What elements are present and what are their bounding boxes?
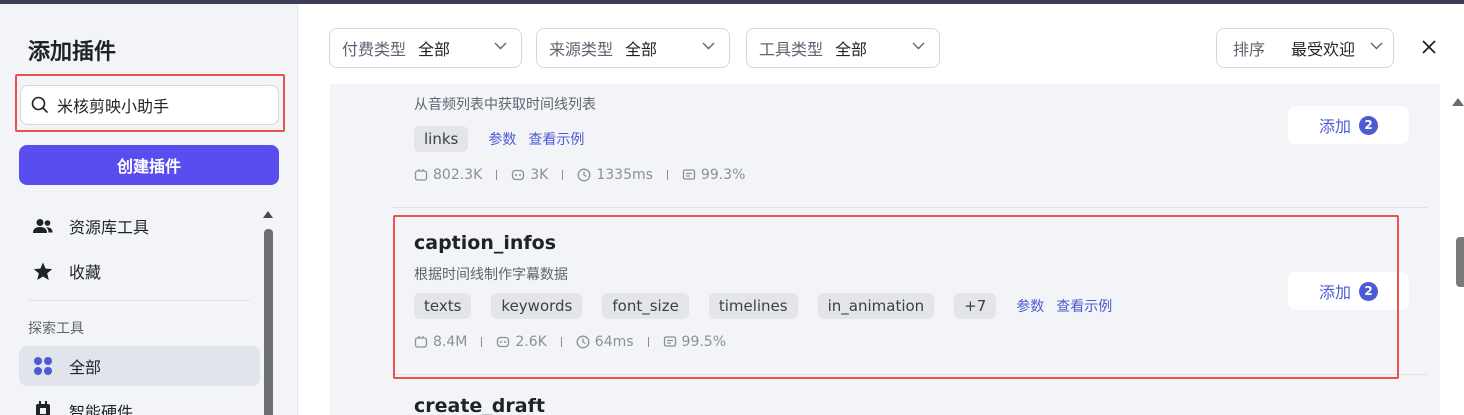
stat-separator xyxy=(647,337,649,347)
stat-separator xyxy=(560,337,562,347)
success-rate: 99.5% xyxy=(681,334,727,350)
filter-label: 工具类型 xyxy=(759,40,824,59)
plugin-tags: texts keywords font_size timelines in_an… xyxy=(414,293,1124,319)
chevron-down-icon xyxy=(912,42,925,50)
plugin-list: 从音频列表中获取时间线列表 links 参数 查看示例 802.3K 3K 13… xyxy=(330,84,1440,415)
usage-count: 802.3K xyxy=(433,167,483,183)
chevron-down-icon xyxy=(702,42,715,50)
usage-stat: 8.4M xyxy=(414,334,467,350)
usage-count: 8.4M xyxy=(433,334,468,350)
payment-type-filter[interactable]: 付费类型 全部 xyxy=(329,28,522,68)
add-plugin-button[interactable]: 添加 2 xyxy=(1288,272,1409,310)
stat-separator xyxy=(562,170,564,180)
star-icon xyxy=(33,262,53,280)
plugin-tag: keywords xyxy=(491,293,583,319)
plugin-title: caption_infos xyxy=(414,232,557,254)
usage-stat: 802.3K xyxy=(414,167,482,183)
success-stat: 99.5% xyxy=(663,334,726,350)
explore-section-label: 探索工具 xyxy=(28,321,84,337)
latency-stat: 64ms xyxy=(576,334,634,350)
filter-value: 全部 xyxy=(418,40,451,59)
main-scrollbar-thumb[interactable] xyxy=(1456,237,1464,287)
sidebar-item-label: 收藏 xyxy=(69,263,102,282)
plugin-tag: font_size xyxy=(602,293,689,319)
chip-icon xyxy=(36,401,50,415)
plugin-tags: links 参数 查看示例 xyxy=(414,126,596,152)
sort-select[interactable]: 排序 最受欢迎 xyxy=(1216,28,1394,68)
view-example-link[interactable]: 查看示例 xyxy=(528,129,584,149)
message-icon xyxy=(663,336,676,347)
sort-value: 最受欢迎 xyxy=(1291,40,1356,59)
sidebar-item-favorites[interactable]: 收藏 xyxy=(19,251,260,291)
filter-label: 付费类型 xyxy=(342,40,407,59)
users-icon xyxy=(33,219,53,233)
plugin-title: create_draft xyxy=(414,395,545,415)
plugin-stats: 802.3K 3K 1335ms 99.3% xyxy=(414,167,745,183)
bots-count: 2.6K xyxy=(515,334,547,350)
plugin-card-caption-infos[interactable]: caption_infos 根据时间线制作字幕数据 texts keywords… xyxy=(330,208,1428,375)
plugin-usage-icon xyxy=(414,169,428,181)
clock-icon xyxy=(577,168,591,182)
stat-separator xyxy=(666,170,668,180)
latency-stat: 1335ms xyxy=(577,167,653,183)
sidebar-item-all[interactable]: 全部 xyxy=(19,346,260,386)
plugin-tag: links xyxy=(414,126,469,152)
add-label: 添加 xyxy=(1318,283,1351,302)
stat-separator xyxy=(481,337,483,347)
add-label: 添加 xyxy=(1318,117,1351,136)
plugin-tag: timelines xyxy=(708,293,798,319)
plugin-card-create-draft[interactable]: create_draft xyxy=(330,375,1428,415)
sidebar-divider xyxy=(28,300,250,301)
plugin-usage-icon xyxy=(414,336,428,348)
clock-icon xyxy=(576,335,590,349)
search-highlight-box xyxy=(15,74,285,132)
sidebar: 添加插件 创建插件 资源库工具 收藏 探索工具 全部 智能硬件 xyxy=(0,4,298,415)
params-link[interactable]: 参数 xyxy=(1016,296,1044,316)
bot-icon xyxy=(497,336,510,348)
sidebar-title: 添加插件 xyxy=(28,40,117,65)
add-count-badge: 2 xyxy=(1359,115,1378,135)
plugin-tag: texts xyxy=(414,293,472,319)
chevron-down-icon xyxy=(494,42,507,50)
create-plugin-button[interactable]: 创建插件 xyxy=(19,145,279,185)
sidebar-item-smart-hardware[interactable]: 智能硬件 xyxy=(19,391,260,415)
add-count-badge: 2 xyxy=(1359,281,1378,301)
grid-icon xyxy=(34,357,52,375)
plugin-card[interactable]: 从音频列表中获取时间线列表 links 参数 查看示例 802.3K 3K 13… xyxy=(330,84,1428,208)
sort-label: 排序 xyxy=(1233,40,1266,59)
plugin-stats: 8.4M 2.6K 64ms 99.5% xyxy=(414,334,726,350)
sidebar-item-label: 全部 xyxy=(69,358,102,377)
view-example-link[interactable]: 查看示例 xyxy=(1056,296,1112,316)
tool-type-filter[interactable]: 工具类型 全部 xyxy=(746,28,940,68)
plugin-browser: 付费类型 全部 来源类型 全部 工具类型 全部 排序 最受欢迎 从音频列表中获取… xyxy=(298,4,1464,415)
main-scroll-up-arrow[interactable] xyxy=(1452,98,1464,106)
plugin-description: 从音频列表中获取时间线列表 xyxy=(414,97,596,113)
sidebar-scrollbar-thumb[interactable] xyxy=(264,229,273,415)
message-icon xyxy=(682,169,696,180)
plugin-tag: in_animation xyxy=(817,293,935,319)
filter-label: 来源类型 xyxy=(549,40,614,59)
bots-stat: 2.6K xyxy=(496,334,547,350)
success-rate: 99.3% xyxy=(700,167,746,183)
params-link[interactable]: 参数 xyxy=(488,129,516,149)
close-icon[interactable] xyxy=(1420,38,1438,56)
stat-separator xyxy=(496,170,498,180)
sidebar-item-label: 资源库工具 xyxy=(69,218,150,237)
plugin-description: 根据时间线制作字幕数据 xyxy=(414,267,568,283)
bot-icon xyxy=(512,169,525,181)
filter-value: 全部 xyxy=(835,40,868,59)
bots-stat: 3K xyxy=(511,167,548,183)
sidebar-item-library-tools[interactable]: 资源库工具 xyxy=(19,206,260,246)
add-plugin-button[interactable]: 添加 2 xyxy=(1288,106,1409,144)
filter-value: 全部 xyxy=(625,40,658,59)
bots-count: 3K xyxy=(530,167,549,183)
sidebar-scroll-up-arrow[interactable] xyxy=(263,211,273,218)
more-tags[interactable]: +7 xyxy=(954,293,997,319)
latency-value: 64ms xyxy=(594,334,634,350)
chevron-down-icon xyxy=(1370,42,1383,50)
latency-value: 1335ms xyxy=(596,167,653,183)
success-stat: 99.3% xyxy=(682,167,745,183)
sidebar-item-label: 智能硬件 xyxy=(69,403,134,415)
source-type-filter[interactable]: 来源类型 全部 xyxy=(536,28,730,68)
